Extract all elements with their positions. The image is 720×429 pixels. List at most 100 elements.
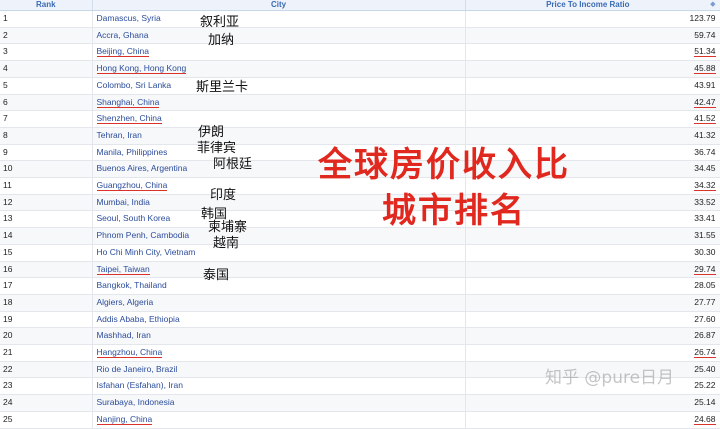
- ratio-value: 45.88: [694, 63, 716, 75]
- ratio-cell: 43.91: [465, 77, 720, 95]
- city-link[interactable]: Manila, Philippines: [97, 147, 168, 157]
- city-cell: Colombo, Sri Lanka: [92, 77, 466, 95]
- ratio-value: 34.32: [694, 180, 716, 192]
- ratio-value: 41.32: [694, 129, 716, 140]
- city-link[interactable]: Seoul, South Korea: [97, 213, 171, 223]
- ratio-cell: 51.34: [465, 43, 720, 62]
- table-row: 19 Addis Ababa, Ethiopia 27.60: [0, 311, 720, 329]
- table-row: 15 Ho Chi Minh City, Vietnam 30.30: [0, 244, 720, 262]
- city-cell: Beijing, China: [92, 43, 466, 62]
- city-cell: Taipei, Taiwan: [92, 261, 466, 279]
- city-link[interactable]: Accra, Ghana: [97, 30, 149, 40]
- ratio-value: 51.34: [694, 46, 716, 58]
- rank-cell: 9: [0, 144, 93, 162]
- table-row: 16 Taipei, Taiwan 29.74: [0, 261, 720, 279]
- city-cell: Manila, Philippines: [92, 144, 466, 162]
- rank-cell: 23: [0, 377, 93, 396]
- rank-cell: 12: [0, 194, 93, 212]
- table-row: 17 Bangkok, Thailand 28.05: [0, 277, 720, 295]
- city-link[interactable]: Shanghai, China: [96, 96, 160, 108]
- city-cell: Hong Kong, Hong Kong: [92, 60, 466, 78]
- city-link[interactable]: Isfahan (Esfahan), Iran: [97, 380, 183, 390]
- ratio-cell: 28.05: [465, 277, 720, 295]
- table-row: 11 Guangzhou, China 34.32: [0, 177, 720, 195]
- city-link[interactable]: Beijing, China: [96, 46, 149, 58]
- city-link[interactable]: Damascus, Syria: [97, 13, 161, 23]
- rank-cell: 17: [0, 277, 93, 295]
- sort-icon[interactable]: ◆: [710, 0, 715, 10]
- ratio-value: 24.68: [694, 413, 716, 425]
- city-cell: Isfahan (Esfahan), Iran: [92, 377, 466, 396]
- city-link[interactable]: Nanjing, China: [96, 413, 153, 425]
- column-header-city[interactable]: City: [92, 0, 466, 11]
- rank-cell: 11: [0, 177, 93, 195]
- ratio-cell: 26.74: [465, 344, 720, 362]
- rank-cell: 5: [0, 77, 93, 95]
- table-row: 9 Manila, Philippines 36.74: [0, 144, 720, 162]
- city-link[interactable]: Tehran, Iran: [97, 130, 142, 140]
- rank-cell: 13: [0, 210, 93, 229]
- table-row: 23 Isfahan (Esfahan), Iran 25.22: [0, 377, 720, 396]
- ratio-value: 31.55: [694, 230, 716, 241]
- city-cell: Rio de Janeiro, Brazil: [92, 361, 466, 379]
- rank-cell: 2: [0, 27, 93, 45]
- city-link[interactable]: Taipei, Taiwan: [96, 263, 150, 275]
- ratio-cell: 31.55: [465, 227, 720, 245]
- city-link[interactable]: Bangkok, Thailand: [97, 280, 167, 290]
- table-row: 5 Colombo, Sri Lanka 43.91: [0, 77, 720, 95]
- table-row: 8 Tehran, Iran 41.32: [0, 127, 720, 145]
- city-link[interactable]: Rio de Janeiro, Brazil: [97, 364, 178, 374]
- ratio-cell: 33.52: [465, 194, 720, 212]
- ratio-value: 30.30: [694, 246, 716, 257]
- city-cell: Mumbai, India: [92, 194, 466, 212]
- ratio-cell: 30.30: [465, 244, 720, 262]
- ratio-value: 25.22: [694, 380, 716, 391]
- column-header-ratio[interactable]: Price To Income Ratio ◆: [465, 0, 720, 11]
- city-link[interactable]: Hong Kong, Hong Kong: [96, 63, 187, 75]
- ratio-cell: 25.14: [465, 394, 720, 412]
- city-cell: Algiers, Algeria: [92, 294, 466, 312]
- city-link[interactable]: Mashhad, Iran: [97, 330, 151, 340]
- city-link[interactable]: Algiers, Algeria: [97, 297, 154, 307]
- ratio-value: 25.40: [694, 363, 716, 374]
- ratio-cell: 33.41: [465, 210, 720, 229]
- ratio-value: 123.79: [689, 13, 716, 23]
- city-link[interactable]: Phnom Penh, Cambodia: [97, 230, 190, 240]
- city-link[interactable]: Colombo, Sri Lanka: [97, 80, 172, 90]
- ratio-cell: 41.32: [465, 127, 720, 145]
- rank-cell: 24: [0, 394, 93, 412]
- city-cell: Guangzhou, China: [92, 177, 466, 195]
- ratio-value: 34.45: [694, 163, 716, 174]
- city-link[interactable]: Mumbai, India: [97, 197, 150, 207]
- rank-cell: 25: [0, 411, 93, 429]
- table-row: 10 Buenos Aires, Argentina 34.45: [0, 160, 720, 179]
- ratio-cell: 27.60: [465, 311, 720, 329]
- rank-cell: 7: [0, 110, 93, 128]
- rank-cell: 4: [0, 60, 93, 78]
- city-cell: Phnom Penh, Cambodia: [92, 227, 466, 245]
- ratio-cell: 42.47: [465, 94, 720, 112]
- column-header-rank[interactable]: Rank: [0, 0, 93, 11]
- city-link[interactable]: Buenos Aires, Argentina: [97, 163, 188, 173]
- city-cell: Bangkok, Thailand: [92, 277, 466, 295]
- ratio-cell: 27.77: [465, 294, 720, 312]
- city-link[interactable]: Shenzhen, China: [96, 113, 162, 125]
- table-row: 20 Mashhad, Iran 26.87: [0, 327, 720, 346]
- ratio-cell: 34.45: [465, 160, 720, 179]
- table-row: 13 Seoul, South Korea 33.41: [0, 210, 720, 229]
- ratio-value: 42.47: [694, 96, 716, 108]
- table-row: 25 Nanjing, China 24.68: [0, 411, 720, 429]
- ratio-value: 26.87: [694, 330, 716, 341]
- city-link[interactable]: Addis Ababa, Ethiopia: [97, 314, 180, 324]
- city-cell: Buenos Aires, Argentina: [92, 160, 466, 179]
- table-row: 1 Damascus, Syria 123.79: [0, 10, 720, 28]
- ratio-cell: 26.87: [465, 327, 720, 346]
- ratio-cell: 123.79: [465, 10, 720, 28]
- table-row: 3 Beijing, China 51.34: [0, 43, 720, 62]
- city-link[interactable]: Ho Chi Minh City, Vietnam: [97, 247, 196, 257]
- city-link[interactable]: Guangzhou, China: [96, 180, 168, 192]
- city-link[interactable]: Hangzhou, China: [96, 347, 163, 359]
- ratio-cell: 45.88: [465, 60, 720, 78]
- table-header-row: Rank City Price To Income Ratio ◆: [0, 0, 720, 11]
- ratio-cell: 59.74: [465, 27, 720, 45]
